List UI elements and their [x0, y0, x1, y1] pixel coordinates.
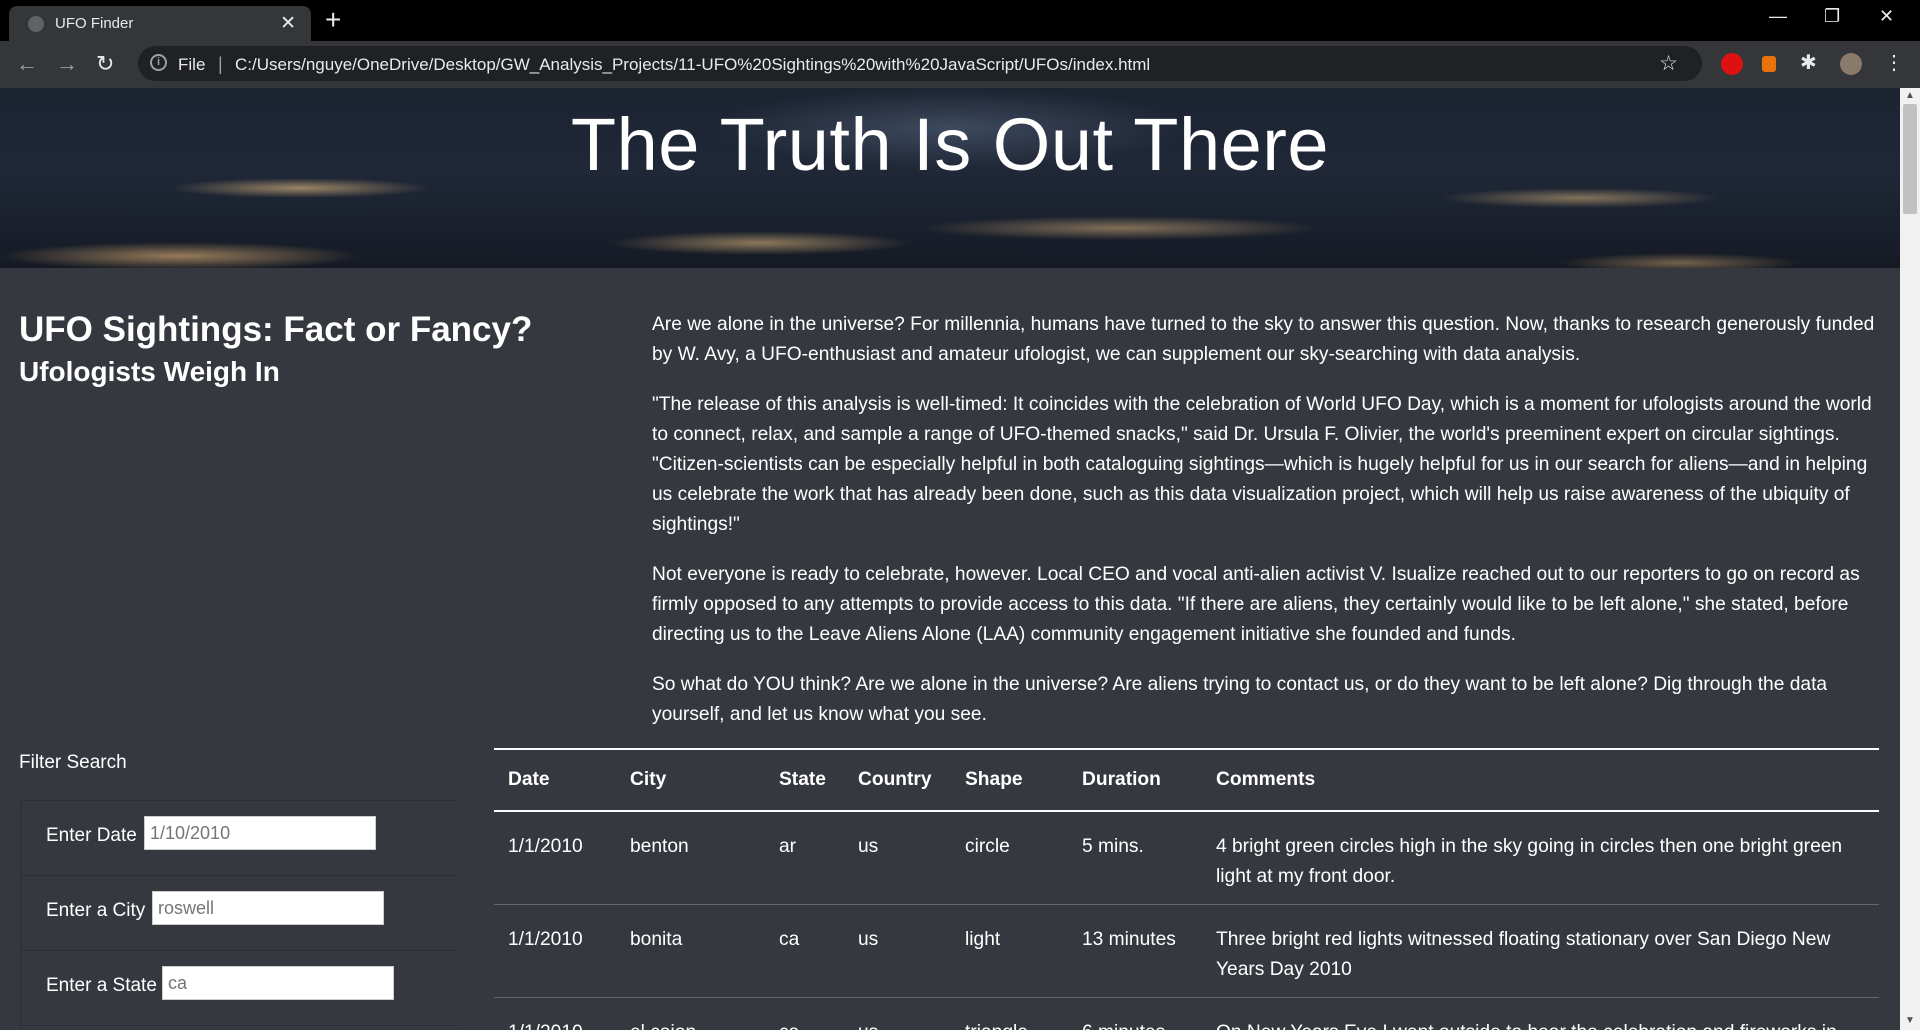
column-header-shape: Shape — [951, 748, 1068, 812]
browser-tab[interactable]: UFO Finder ✕ — [9, 6, 311, 41]
table-row: 1/1/2010 el cajon ca us triangle 6 minut… — [494, 997, 1879, 1030]
column-header-comments: Comments — [1202, 748, 1879, 812]
article: Are we alone in the universe? For millen… — [652, 310, 1884, 750]
cell-duration: 5 mins. — [1068, 811, 1202, 905]
table-header-row: Date City State Country Shape Duration C… — [494, 748, 1879, 812]
cell-date: 1/1/2010 — [494, 811, 616, 905]
tab-title: UFO Finder — [55, 15, 134, 32]
restore-icon[interactable]: ❐ — [1824, 6, 1840, 27]
hero-title: The Truth Is Out There — [570, 103, 1330, 186]
cell-state: ar — [765, 811, 844, 905]
reload-icon[interactable]: ↻ — [96, 51, 114, 77]
scrollbar-thumb[interactable] — [1903, 104, 1917, 214]
extension-icon[interactable] — [1721, 53, 1743, 75]
cell-city: el cajon — [616, 997, 765, 1030]
kebab-menu-icon[interactable]: ⋮ — [1884, 50, 1906, 74]
column-header-duration: Duration — [1068, 748, 1202, 812]
cell-country: us — [844, 904, 951, 998]
filter-row-date: Enter Date — [21, 801, 457, 876]
star-icon[interactable]: ☆ — [1659, 51, 1678, 76]
separator: | — [218, 54, 223, 74]
table-row: 1/1/2010 benton ar us circle 5 mins. 4 b… — [494, 811, 1879, 905]
date-label: Enter Date — [46, 825, 137, 846]
table-row: 1/1/2010 bonita ca us light 13 minutes T… — [494, 904, 1879, 998]
cell-shape: light — [951, 904, 1068, 998]
arrow-left-icon[interactable]: ← — [16, 51, 38, 77]
cell-duration: 6 minutes — [1068, 997, 1202, 1030]
cell-date: 1/1/2010 — [494, 904, 616, 998]
scroll-down-icon[interactable]: ▼ — [1905, 1015, 1915, 1026]
cell-city: bonita — [616, 904, 765, 998]
address-bar[interactable]: i File | C:/Users/nguye/OneDrive/Desktop… — [138, 46, 1702, 81]
column-header-city: City — [616, 748, 765, 812]
cell-shape: triangle — [951, 997, 1068, 1030]
page-heading: UFO Sightings: Fact or Fancy? — [19, 310, 533, 349]
puzzle-icon[interactable]: ✱ — [1800, 50, 1822, 74]
city-input[interactable] — [152, 891, 384, 925]
cell-shape: circle — [951, 811, 1068, 905]
avatar[interactable] — [1840, 53, 1862, 75]
cell-duration: 13 minutes — [1068, 904, 1202, 998]
page-subheading: Ufologists Weigh In — [19, 356, 280, 387]
filter-row-city: Enter a City — [21, 876, 457, 951]
page-scrollbar[interactable]: ▲ ▼ — [1900, 88, 1920, 1030]
cell-state: ca — [765, 997, 844, 1030]
url-text[interactable]: C:/Users/nguye/OneDrive/Desktop/GW_Analy… — [235, 55, 1150, 75]
scroll-up-icon[interactable]: ▲ — [1905, 90, 1915, 101]
filter-row-state: Enter a State — [21, 951, 457, 1026]
state-label: Enter a State — [46, 975, 157, 996]
cell-country: us — [844, 811, 951, 905]
info-icon[interactable]: i — [150, 54, 167, 71]
cell-country: us — [844, 997, 951, 1030]
cell-date: 1/1/2010 — [494, 997, 616, 1030]
article-paragraph: Not everyone is ready to celebrate, howe… — [652, 564, 1860, 645]
cell-state: ca — [765, 904, 844, 998]
article-paragraph: Are we alone in the universe? For millen… — [652, 314, 1875, 365]
close-window-icon[interactable]: ✕ — [1879, 6, 1894, 27]
cell-comments: Three bright red lights witnessed floati… — [1202, 904, 1879, 998]
cell-comments: On New Years Eve I went outside to hear … — [1202, 997, 1879, 1030]
close-tab-icon[interactable]: ✕ — [280, 12, 296, 35]
browser-tab-bar: UFO Finder ✕ + — ❐ ✕ — [0, 0, 1920, 41]
column-header-state: State — [765, 748, 844, 812]
filter-panel: Enter Date Enter a City Enter a State — [20, 800, 457, 1030]
city-label: Enter a City — [46, 900, 146, 921]
arrow-right-icon[interactable]: → — [56, 51, 78, 77]
browser-toolbar: ← → ↻ i File | C:/Users/nguye/OneDrive/D… — [0, 41, 1920, 88]
cell-comments: 4 bright green circles high in the sky g… — [1202, 811, 1879, 905]
filter-search-title: Filter Search — [19, 752, 127, 773]
hero-banner: The Truth Is Out There — [0, 88, 1900, 268]
minimize-icon[interactable]: — — [1769, 6, 1787, 27]
column-header-date: Date — [494, 748, 616, 812]
cell-city: benton — [616, 811, 765, 905]
ufo-table: Date City State Country Shape Duration C… — [494, 748, 1879, 1030]
new-tab-button[interactable]: + — [325, 5, 341, 35]
globe-icon — [28, 16, 44, 32]
article-paragraph: So what do YOU think? Are we alone in th… — [652, 674, 1828, 725]
state-input[interactable] — [162, 966, 394, 1000]
column-header-country: Country — [844, 748, 951, 812]
scheme-label: File — [178, 55, 206, 74]
date-input[interactable] — [144, 816, 376, 850]
article-paragraph: "The release of this analysis is well-ti… — [652, 394, 1872, 535]
extension-icon[interactable] — [1762, 56, 1776, 72]
